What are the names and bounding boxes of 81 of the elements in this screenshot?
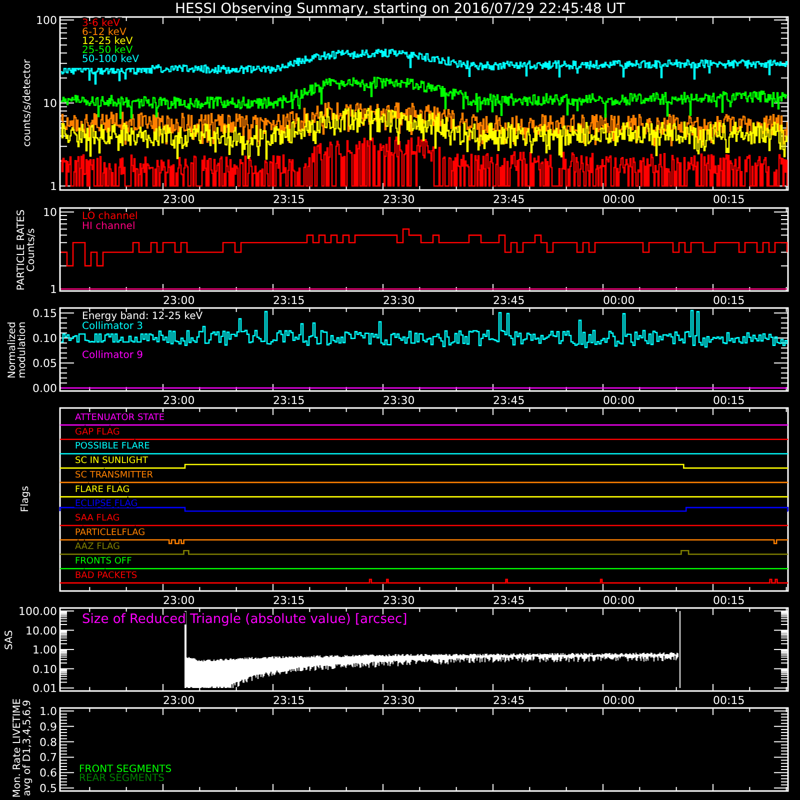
axis-tick-label: 23:30 (383, 594, 415, 607)
flag-label: SC IN SUNLIGHT (75, 456, 148, 466)
axis-tick-label: 23:00 (163, 594, 195, 607)
legend-label: Energy band: 12-25 keV (82, 311, 203, 322)
axis-tick-label: 00:15 (713, 193, 745, 206)
axis-tick-label: 23:00 (163, 394, 195, 407)
axis-tick-label: 23:15 (273, 193, 305, 206)
flag-label: GAP FLAG (75, 427, 120, 438)
axis-tick-label: 23:30 (383, 294, 415, 307)
axis-tick-label: 23:00 (163, 694, 195, 707)
axis-tick-label: 00:00 (603, 694, 635, 707)
axis-tick-label: 10 (43, 97, 57, 110)
flag-label: PARTICLELFLAG (75, 528, 146, 538)
axis-label: Normalized (7, 322, 18, 378)
legend-label: HI channel (82, 221, 136, 232)
axis-tick-label: 23:00 (163, 294, 195, 307)
axis-tick-label: 23:15 (273, 394, 305, 407)
axis-label: Mon. Rate LIVETIME (12, 698, 23, 798)
axis-tick-label: 00:15 (713, 394, 745, 407)
legend-label: REAR SEGMENTS (79, 773, 165, 784)
axis-label: PARTICLE RATES (16, 210, 27, 290)
plot-title: HESSI Observing Summary, starting on 2016/07/29 22:45:48 UT (174, 1, 626, 17)
flag-label: FRONTS OFF (75, 556, 132, 567)
axis-tick-label: 00:00 (603, 394, 635, 407)
axis-tick-label: 0.7 (40, 751, 57, 764)
legend-label: 50-100 keV (82, 54, 140, 65)
axis-tick-label: 00:15 (713, 594, 745, 607)
axis-tick-label: 10.00 (26, 624, 57, 638)
axis-tick-label: 0.9 (40, 720, 57, 734)
axis-tick-label: 0.00 (32, 382, 57, 395)
legend-label: FRONT SEGMENTS (79, 764, 172, 775)
axis-tick-label: 23:45 (493, 594, 525, 607)
axis-tick-label: 100.00 (18, 605, 57, 618)
axis-tick-label: 23:00 (163, 193, 195, 206)
flag-label: FLARE FLAG (75, 484, 130, 495)
axis-tick-label: 0.8 (40, 736, 57, 749)
flag-label: AAZ FLAG (75, 542, 120, 552)
axis-tick-label: 1.00 (32, 644, 57, 656)
axis-tick-label: 1.0 (40, 705, 57, 718)
flag-label: SC TRANSMITTER (75, 470, 154, 480)
axis-tick-label: 23:45 (493, 193, 525, 206)
axis-tick-label: 0.15 (32, 307, 57, 320)
axis-tick-label: 23:15 (273, 594, 305, 607)
axis-tick-label: 00:00 (603, 594, 635, 607)
flag-label: SAA FLAG (75, 514, 120, 524)
axis-tick-label: 23:15 (273, 694, 305, 707)
axis-tick-label: 23:15 (273, 294, 305, 307)
axis-tick-label: 23:45 (493, 294, 525, 307)
axis-tick-label: 23:30 (383, 694, 415, 707)
axis-tick-label: 23:30 (383, 394, 415, 407)
axis-tick-label: 100 (36, 14, 57, 27)
axis-tick-label: 00:00 (603, 193, 635, 206)
axis-label: Counts/s (26, 228, 37, 272)
axis-tick-label: 10 (43, 206, 57, 219)
axis-tick-label: 23:45 (493, 694, 525, 707)
axis-label: Flags (20, 486, 31, 512)
axis-label: SAS (4, 630, 15, 650)
axis-tick-label: 0.6 (40, 766, 57, 780)
axis-tick-label: 1 (50, 180, 57, 193)
legend-label: LO channel (82, 211, 138, 222)
axis-tick-label: 0.10 (32, 662, 57, 676)
axis-tick-label: 00:15 (713, 694, 745, 707)
legend-label: Collimator 9 (82, 350, 143, 361)
legend-label: 6-12 keV (82, 27, 126, 38)
flag-label: POSSIBLE FLARE (75, 442, 150, 452)
axis-tick-label: 23:45 (493, 394, 525, 407)
axis-tick-label: 23:30 (383, 193, 415, 206)
axis-label: counts/s/detector (22, 59, 33, 147)
axis-tick-label: 0.10 (32, 332, 57, 345)
flag-label: BAD PACKETS (75, 570, 138, 581)
axis-tick-label: 00:15 (713, 294, 745, 307)
flag-label: ATTENUATOR STATE (75, 413, 165, 423)
axis-tick-label: 00:00 (603, 294, 635, 307)
axis-tick-label: 0.01 (32, 682, 57, 695)
axis-label: avg of D1,3,4,5,6,9 (22, 700, 33, 796)
axis-tick-label: 0.05 (32, 357, 57, 370)
axis-tick-label: 1 (50, 283, 57, 296)
flag-label: ECLIPSE FLAG (75, 499, 138, 510)
legend-label: Collimator 3 (82, 321, 143, 332)
axis-tick-label: 0.5 (40, 782, 57, 795)
axis-label: modulation (17, 322, 28, 378)
